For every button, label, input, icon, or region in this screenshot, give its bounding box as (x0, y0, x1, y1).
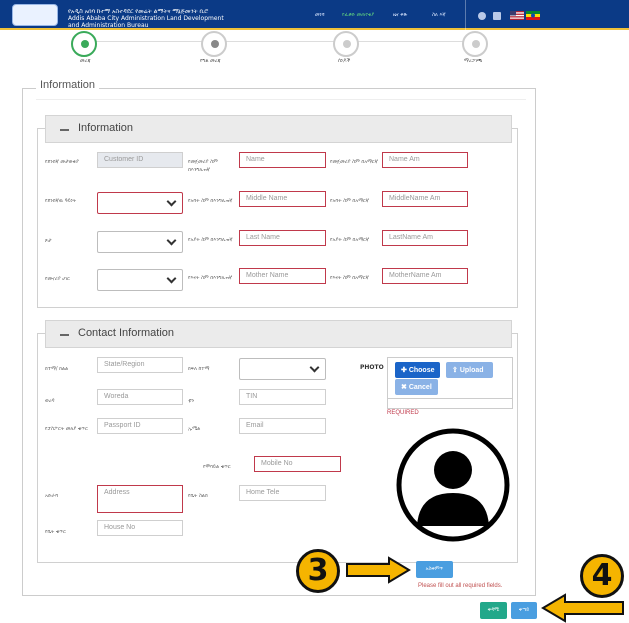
chevron-down-icon (166, 196, 177, 207)
name-input[interactable]: Name (239, 152, 326, 168)
home-tel-label: የቤት ስልክ (188, 493, 208, 499)
email-input[interactable]: Email (239, 418, 326, 434)
information-panel-title: Information (78, 122, 134, 134)
tin-input[interactable]: TIN (239, 389, 326, 405)
nav-divider (465, 0, 466, 30)
mobile-input[interactable]: Mobile No (254, 456, 341, 472)
chevron-down-icon (166, 235, 177, 246)
annotation-badge-3: 3 (296, 549, 340, 593)
house-no-input[interactable]: House No (97, 520, 183, 536)
fieldset-title: Information (36, 79, 100, 91)
cancel-photo-button[interactable]: ✖ Cancel (395, 379, 438, 395)
name-label: የመጀመሪያ ስም በእንግሊዝኛ (188, 159, 218, 173)
passport-input[interactable]: Passport ID (97, 418, 183, 434)
woreda-label: ወረዳ (45, 398, 55, 404)
home-tel-input[interactable]: Home Tele (239, 485, 326, 501)
name-am-input[interactable]: Name Am (382, 152, 468, 168)
contact-panel-title: Contact Information (78, 327, 174, 339)
address-textarea[interactable]: Address (97, 485, 183, 513)
brand-text: የአዲስ አበባ ከተማ አስተዳደር የመሬት ልማትና ማኔጅመንት ቢሮ … (68, 8, 224, 29)
annotation-arrow-right-icon (346, 556, 411, 584)
step-personal[interactable] (201, 31, 227, 57)
nav-home[interactable]: መነሻ (315, 12, 325, 18)
last-name-input[interactable]: Last Name (239, 230, 326, 246)
region-label: ክተማ/ ክልል (45, 366, 69, 372)
address-label: አድራሻ (45, 493, 59, 499)
chevron-down-icon (309, 362, 320, 373)
contact-panel-header[interactable]: Contact Information (45, 320, 512, 348)
us-flag-icon[interactable] (510, 11, 524, 20)
step-documents[interactable] (333, 31, 359, 57)
information-panel-header[interactable]: Information (45, 115, 512, 143)
nav-application[interactable]: የፈቃድ መጠየቂያ (342, 12, 374, 18)
collapse-icon[interactable] (60, 129, 69, 131)
woreda-input[interactable]: Woreda (97, 389, 183, 405)
mother-name-input[interactable]: Mother Name (239, 268, 326, 284)
customer-type-label: የደንበኛዉ ዓይነት (45, 198, 77, 204)
photo-required-text: REQUIRED (387, 410, 419, 416)
user-icon (211, 40, 219, 48)
last-name-am-input[interactable]: LastName Am (382, 230, 468, 246)
tin-label: ቲን (188, 398, 194, 404)
annotation-arrow-left-icon (541, 593, 624, 623)
fieldset-rule (36, 99, 526, 100)
save-button[interactable]: አስቀምጥ (416, 561, 453, 578)
email-label: ኢሜል (188, 426, 201, 432)
mother-name-am-label: የእናት ስም በአማርኛ (330, 275, 369, 281)
info-icon (81, 40, 89, 48)
upload-photo-button[interactable]: ⇪ Upload (446, 362, 493, 378)
nav-news[interactable]: ዜና ቅጽ (393, 12, 407, 18)
name-am-label: የመጀመሪያ ስም በአማርኛ (330, 159, 378, 165)
customer-id-input[interactable]: Customer ID (97, 152, 183, 168)
step-info[interactable] (71, 31, 97, 57)
search-icon[interactable] (478, 12, 486, 20)
annotation-badge-4: 4 (580, 554, 624, 598)
gender-label: ጾታ (45, 238, 52, 244)
step-label-confirm: ማረጋገጫ (464, 58, 483, 64)
middle-name-am-input[interactable]: MiddleName Am (382, 191, 468, 207)
top-navbar: የአዲስ አበባ ከተማ አስተዳደር የመሬት ልማትና ማኔጅመንት ቢሮ … (0, 0, 629, 30)
previous-button[interactable]: ቀዳሚ (480, 602, 507, 619)
step-label-documents: ሰነዶች (338, 58, 351, 64)
ethiopia-flag-icon[interactable] (526, 11, 540, 20)
last-name-am-label: የአያት ስም በአማርኛ (330, 237, 370, 243)
required-fields-warning: Please fill out all required fields. (418, 583, 503, 589)
nationality-select[interactable] (97, 269, 183, 291)
passport-label: የፓስፖርት መለያ ቁጥር (45, 426, 88, 432)
subcity-select[interactable] (239, 358, 326, 380)
photo-label: PHOTO (360, 364, 384, 371)
collapse-icon[interactable] (60, 334, 69, 336)
step-label-info: መረጃ (80, 58, 91, 64)
stepper-line (85, 41, 475, 42)
middle-name-am-label: የአባት ስም በአማርኛ (330, 198, 369, 204)
subcity-label: ክፍለ ከተማ (188, 366, 210, 372)
region-input[interactable]: State/Region (97, 357, 183, 373)
avatar-placeholder-icon (396, 428, 510, 542)
step-confirm[interactable] (462, 31, 488, 57)
nav-about[interactable]: ስለ እኛ (432, 12, 446, 18)
mobile-label: የሞባይል ቁጥር (203, 464, 231, 470)
mother-name-label: የእናት ስም በእንግሊዝኛ (188, 275, 233, 281)
choose-photo-button[interactable]: ✚ Choose (395, 362, 441, 378)
nationality-label: የመኖሪያ ሀገር (45, 276, 70, 282)
document-icon (343, 40, 351, 48)
lock-icon[interactable] (493, 12, 501, 20)
middle-name-input[interactable]: Middle Name (239, 191, 326, 207)
customer-type-select[interactable] (97, 192, 183, 214)
check-icon (472, 40, 480, 48)
customer-id-label: የደንበኛ መታወቂያ (45, 159, 79, 165)
step-label-personal: የግል መረጃ (200, 58, 221, 64)
last-name-label: የአያት ስም በእንግሊዝኛ (188, 237, 233, 243)
middle-name-label: የአባት ስም በእንግሊዝኛ (188, 198, 233, 204)
mother-name-am-input[interactable]: MotherName Am (382, 268, 468, 284)
house-no-label: የቤት ቁጥር (45, 529, 66, 535)
chevron-down-icon (166, 273, 177, 284)
photo-box-rule (387, 398, 513, 399)
next-button[interactable]: ቀጣይ (511, 602, 537, 619)
gender-select[interactable] (97, 231, 183, 253)
bureau-logo[interactable] (12, 4, 58, 26)
